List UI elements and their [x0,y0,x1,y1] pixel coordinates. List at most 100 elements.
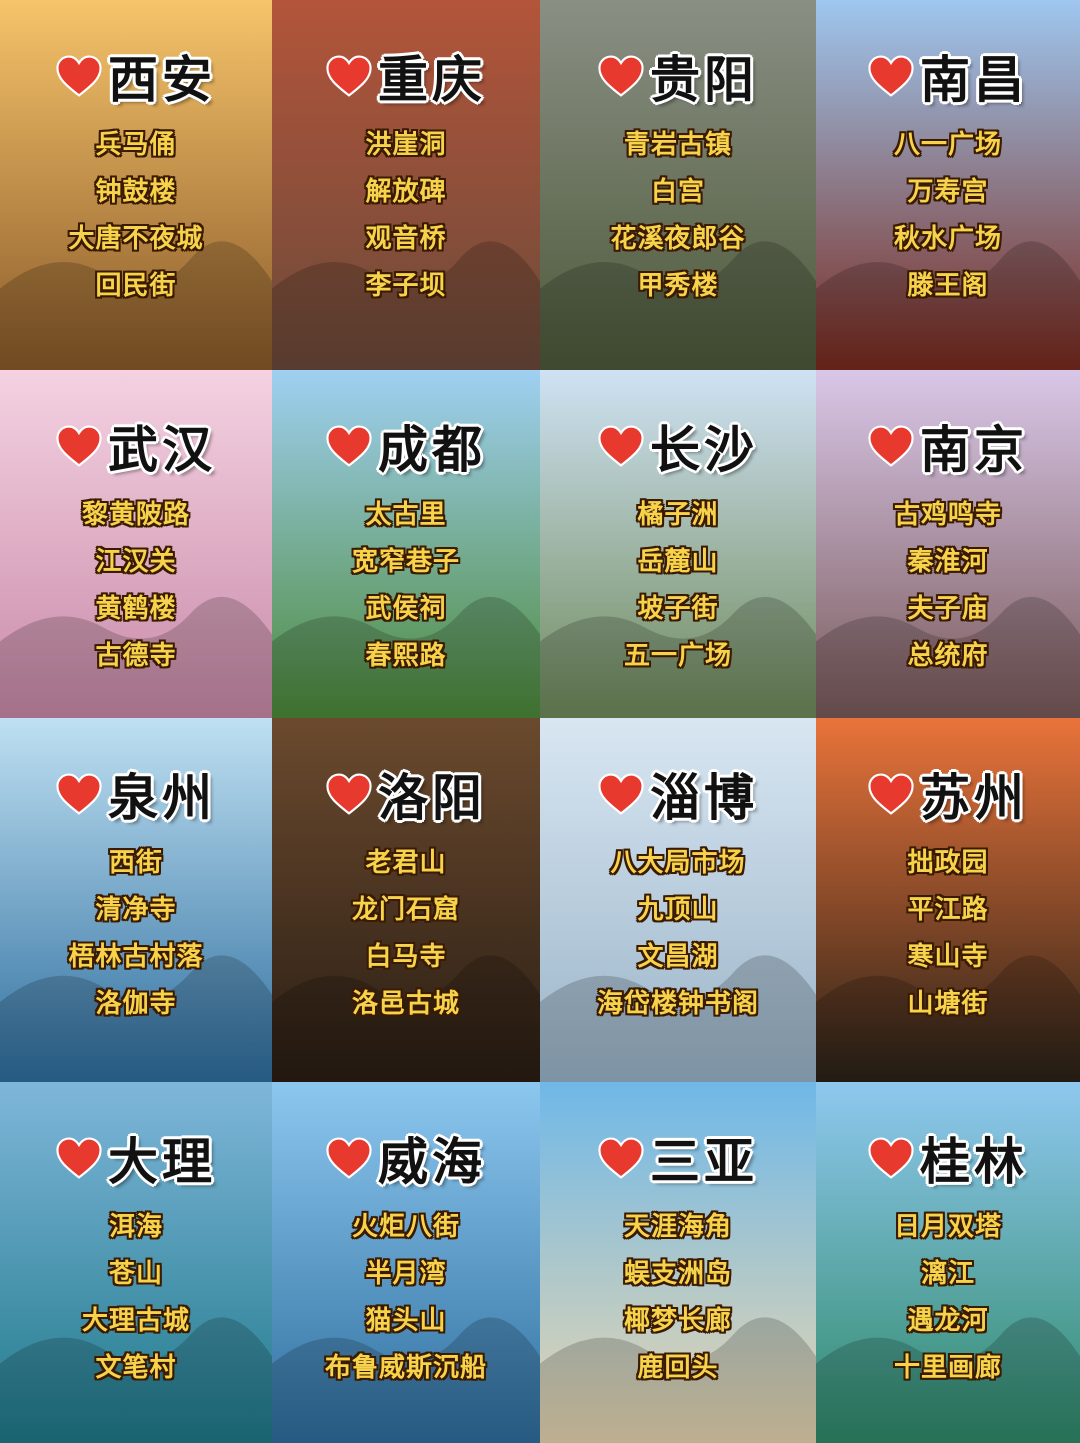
heart-icon [868,773,914,815]
heart-icon [598,55,644,97]
attraction-item: 青岩古镇 [623,130,732,160]
attraction-item: 鹿回头 [637,1353,719,1383]
city-tile: 桂林 日月双塔 漓江 遇龙河 十里画廊 [816,1082,1080,1443]
attraction-item: 海岱楼钟书阁 [596,989,759,1019]
city-header: 桂林 [816,1122,1080,1194]
city-tile: 武汉 黎黄陂路 江汉关 黄鹤楼 古德寺 [0,370,272,718]
city-header: 苏州 [816,758,1080,830]
city-guide-grid: 西安 兵马俑 钟鼓楼 大唐不夜城 回民街 重庆 洪崖洞 解放碑 观音桥 李子坝 贵阳 青岩古镇 白宫 花溪… [0,0,1080,1443]
attraction-item: 太古里 [365,500,447,530]
attraction-item: 古德寺 [95,641,177,671]
attraction-item: 秦淮河 [907,547,989,577]
heart-icon [326,773,372,815]
heart-icon [598,1137,644,1179]
city-tile: 洛阳老君山 龙门石窟 白马寺 洛邑古城 [272,718,540,1082]
attraction-item: 寒山寺 [907,942,989,972]
attraction-item: 洛伽寺 [95,989,177,1019]
attraction-item: 宽窄巷子 [351,547,460,577]
city-header: 成都 [272,410,540,482]
city-name: 苏州 [920,769,1028,827]
attraction-list: 日月双塔 漓江 遇龙河 十里画廊 [816,1210,1080,1385]
attraction-item: 李子坝 [365,271,447,301]
city-header: 泉州 [0,758,272,830]
city-name: 武汉 [108,421,216,479]
city-tile: 西安 兵马俑 钟鼓楼 大唐不夜城 回民街 [0,0,272,370]
attraction-item: 半月湾 [365,1259,447,1289]
attraction-item: 滕王阁 [907,271,989,301]
heart-icon [326,1137,372,1179]
city-header: 洛阳 [272,758,540,830]
attraction-item: 火炬八街 [351,1212,460,1242]
attraction-list: 八大局市场 九顶山 文昌湖 海岱楼钟书阁 [540,846,816,1021]
attraction-item: 黄鹤楼 [95,594,177,624]
attraction-item: 洛邑古城 [351,989,460,1019]
attraction-item: 夫子庙 [907,594,989,624]
attraction-item: 兵马俑 [95,130,177,160]
attraction-item: 十里画廊 [893,1353,1002,1383]
city-tile: 成都 太古里 宽窄巷子 武侯祠 春熙路 [272,370,540,718]
attraction-list: 火炬八街 半月湾 猫头山 布鲁威斯沉船 [272,1210,540,1385]
city-header: 三亚 [540,1122,816,1194]
attraction-item: 洱海 [108,1212,163,1242]
attraction-item: 老君山 [365,848,447,878]
attraction-list: 黎黄陂路 江汉关 黄鹤楼 古德寺 [0,498,272,673]
city-tile: 威海 火炬八街 半月湾 猫头山 布鲁威斯沉船 [272,1082,540,1443]
attraction-item: 岳麓山 [637,547,719,577]
heart-icon [598,425,644,467]
city-name: 贵阳 [650,51,758,109]
attraction-list: 西街 清净寺 梧林古村落 洛伽寺 [0,846,272,1021]
city-header: 贵阳 [540,40,816,112]
city-name: 威海 [378,1133,486,1191]
attraction-item: 花溪夜郎谷 [610,224,746,254]
attraction-item: 八一广场 [893,130,1002,160]
city-tile: 南京古鸡鸣寺秦淮河夫子庙总统府 [816,370,1080,718]
attraction-item: 古鸡鸣寺 [893,500,1002,530]
city-name: 桂林 [920,1133,1028,1191]
heart-icon [56,1137,102,1179]
attraction-list: 青岩古镇 白宫 花溪夜郎谷 甲秀楼 [540,128,816,303]
attraction-item: 山塘街 [907,989,989,1019]
attraction-item: 布鲁威斯沉船 [324,1353,487,1383]
attraction-item: 蜈支洲岛 [623,1259,732,1289]
city-tile: 长沙 橘子洲 岳麓山 坡子街 五一广场 [540,370,816,718]
city-tile: 贵阳青岩古镇 白宫 花溪夜郎谷 甲秀楼 [540,0,816,370]
attraction-item: 平江路 [907,895,989,925]
heart-icon [326,425,372,467]
city-name: 洛阳 [378,769,486,827]
attraction-item: 武侯祠 [365,594,447,624]
attraction-list: 老君山 龙门石窟 白马寺 洛邑古城 [272,846,540,1021]
city-header: 西安 [0,40,272,112]
city-header: 大理 [0,1122,272,1194]
attraction-item: 钟鼓楼 [95,177,177,207]
city-name: 成都 [378,421,486,479]
attraction-list: 古鸡鸣寺秦淮河夫子庙总统府 [816,498,1080,673]
city-header: 武汉 [0,410,272,482]
heart-icon [56,425,102,467]
attraction-list: 天涯海角 蜈支洲岛 椰梦长廊 鹿回头 [540,1210,816,1385]
attraction-list: 八一广场 万寿宫 秋水广场 滕王阁 [816,128,1080,303]
attraction-item: 梧林古村落 [68,942,204,972]
city-name: 重庆 [378,51,486,109]
city-tile: 泉州 西街 清净寺 梧林古村落 洛伽寺 [0,718,272,1082]
city-tile: 苏州拙政园平江路寒山寺山塘街 [816,718,1080,1082]
attraction-list: 拙政园平江路寒山寺山塘街 [816,846,1080,1021]
city-header: 重庆 [272,40,540,112]
attraction-item: 拙政园 [907,848,989,878]
attraction-list: 橘子洲 岳麓山 坡子街 五一广场 [540,498,816,673]
city-header: 南京 [816,410,1080,482]
attraction-item: 坡子街 [637,594,719,624]
attraction-item: 文笔村 [95,1353,177,1383]
attraction-item: 遇龙河 [907,1306,989,1336]
attraction-list: 洱海 苍山 大理古城 文笔村 [0,1210,272,1385]
city-name: 南京 [920,421,1028,479]
heart-icon [56,55,102,97]
attraction-list: 兵马俑 钟鼓楼 大唐不夜城 回民街 [0,128,272,303]
city-name: 三亚 [650,1133,758,1191]
city-tile: 重庆 洪崖洞 解放碑 观音桥 李子坝 [272,0,540,370]
heart-icon [868,1137,914,1179]
attraction-item: 观音桥 [365,224,447,254]
attraction-item: 总统府 [907,641,989,671]
heart-icon [868,55,914,97]
attraction-item: 椰梦长廊 [623,1306,732,1336]
attraction-item: 大理古城 [81,1306,190,1336]
